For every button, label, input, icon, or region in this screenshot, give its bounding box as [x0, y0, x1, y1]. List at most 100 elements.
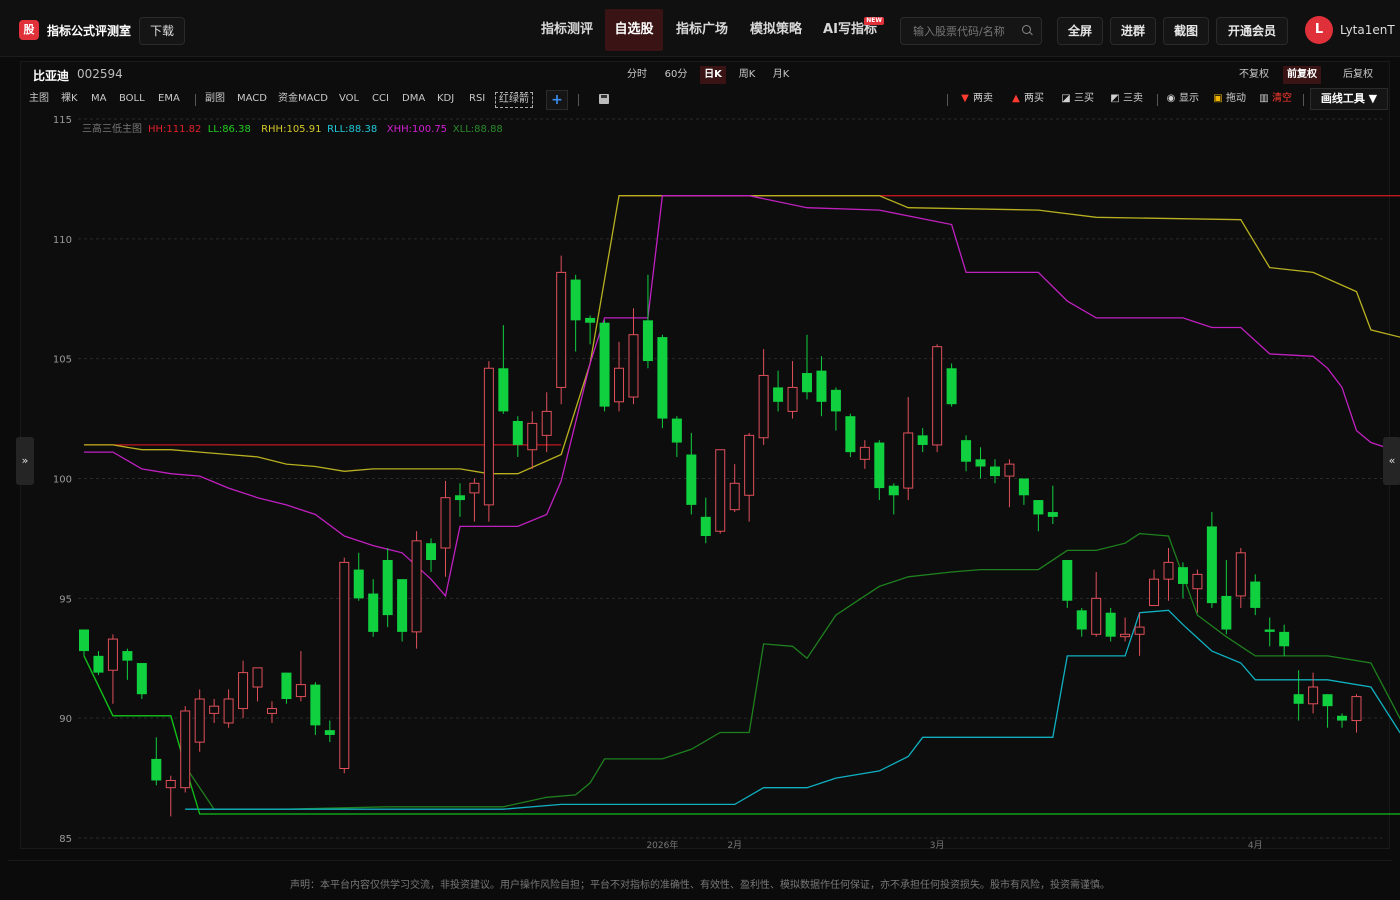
- candle-body: [744, 434, 755, 496]
- candle-body: [671, 418, 682, 443]
- candle-body: [975, 459, 986, 467]
- candle-body: [382, 559, 393, 616]
- candle-body: [353, 569, 364, 599]
- candle-body: [599, 322, 610, 407]
- candle-body: [830, 389, 841, 412]
- candle-body: [324, 730, 335, 735]
- candle-body: [339, 561, 350, 769]
- candle-body: [657, 337, 668, 419]
- candle-body: [961, 440, 972, 462]
- y-tick-label: 100: [53, 475, 72, 486]
- candle-body: [454, 495, 465, 501]
- candle-body: [1091, 597, 1102, 635]
- x-tick-label: 2026年: [646, 839, 678, 851]
- candle-body: [874, 442, 885, 489]
- candle-body: [223, 698, 234, 724]
- candle-body: [816, 370, 827, 402]
- candle-body: [411, 540, 422, 633]
- candle-body: [989, 466, 1000, 477]
- candle-body: [570, 279, 581, 321]
- candle-body: [440, 497, 451, 549]
- candle-body: [252, 667, 263, 688]
- candle-body: [498, 368, 509, 412]
- candle-body: [107, 638, 118, 671]
- candle-body: [1018, 478, 1029, 496]
- x-tick-label: 3月: [930, 840, 945, 851]
- candle-body: [1134, 626, 1145, 635]
- candle-body: [1163, 561, 1174, 580]
- y-tick-label: 90: [59, 714, 72, 725]
- candle-body: [614, 367, 625, 403]
- candle-body: [1062, 559, 1073, 601]
- candle-body: [700, 516, 711, 537]
- legend-item: RHH:105.91: [261, 124, 321, 135]
- candle-body: [1047, 512, 1058, 517]
- candle-body: [1206, 526, 1217, 604]
- rhh-line: [84, 195, 1400, 475]
- candle-body: [368, 593, 379, 632]
- candle-body: [194, 698, 205, 743]
- legend-item: XLL:88.88: [453, 124, 503, 135]
- y-tick-label: 95: [59, 594, 72, 605]
- expand-left-panel-button[interactable]: »: [16, 437, 34, 485]
- candle-body: [1279, 631, 1290, 647]
- candle-body: [715, 449, 726, 532]
- candle-body: [1149, 578, 1160, 607]
- candle-body: [642, 320, 653, 362]
- candle-body: [79, 629, 89, 652]
- candle-body: [122, 651, 133, 661]
- candle-body: [1322, 694, 1333, 707]
- candle-body: [1221, 595, 1232, 630]
- xll-line: [83, 532, 1400, 810]
- y-tick-label: 110: [53, 235, 72, 246]
- candle-body: [238, 672, 249, 710]
- candle-body: [541, 410, 552, 436]
- candle-body: [787, 386, 798, 412]
- candle-body: [266, 708, 277, 714]
- candle-body: [295, 684, 306, 698]
- x-tick-label: 4月: [1248, 840, 1263, 851]
- candle-body: [888, 485, 899, 496]
- candle-body: [773, 387, 784, 402]
- candle-body: [758, 374, 769, 439]
- candle-body: [1264, 629, 1275, 632]
- xhh-line: [84, 195, 1400, 598]
- candle-body: [1192, 573, 1203, 590]
- candle-body: [1337, 715, 1348, 721]
- candle-body: [1033, 500, 1044, 515]
- candle-body: [917, 435, 928, 445]
- expand-right-panel-button[interactable]: «: [1383, 437, 1400, 485]
- legend-item: RLL:88.38: [327, 124, 377, 135]
- candle-body: [151, 758, 162, 781]
- candle-body: [310, 684, 321, 726]
- candle-body: [845, 416, 856, 453]
- legend-item: LL:86.38: [208, 124, 251, 135]
- candle-body: [426, 543, 437, 560]
- candle-body: [1004, 463, 1015, 477]
- candle-body: [469, 482, 480, 494]
- candle-body: [209, 705, 220, 714]
- y-tick-label: 85: [59, 834, 72, 845]
- candle-body: [1235, 552, 1246, 597]
- candle-body: [180, 710, 191, 789]
- candle-body: [556, 271, 567, 388]
- candle-body: [802, 373, 812, 393]
- candle-body: [903, 432, 914, 489]
- candle-body: [483, 367, 494, 506]
- candle-body: [859, 446, 870, 460]
- candlestick-chart[interactable]: 85 90 95 100 105 110 115 2026年 2月 3月 4月 三高三低主图 HH:11…: [0, 0, 1400, 900]
- candle-body: [512, 420, 523, 445]
- candle-body: [946, 368, 957, 405]
- legend-item: HH:111.82: [148, 124, 201, 135]
- legend-item: XHH:100.75: [387, 124, 447, 135]
- candle-body: [1250, 581, 1261, 608]
- candle-body: [628, 334, 639, 398]
- y-tick-label: 105: [53, 355, 72, 366]
- legend-name: 三高三低主图: [82, 122, 142, 135]
- candle-body: [93, 655, 104, 673]
- candle-body: [686, 454, 697, 505]
- candle-body: [1076, 610, 1087, 630]
- candle-body: [1105, 612, 1116, 637]
- candle-body: [1120, 633, 1131, 638]
- candle-body: [281, 672, 292, 699]
